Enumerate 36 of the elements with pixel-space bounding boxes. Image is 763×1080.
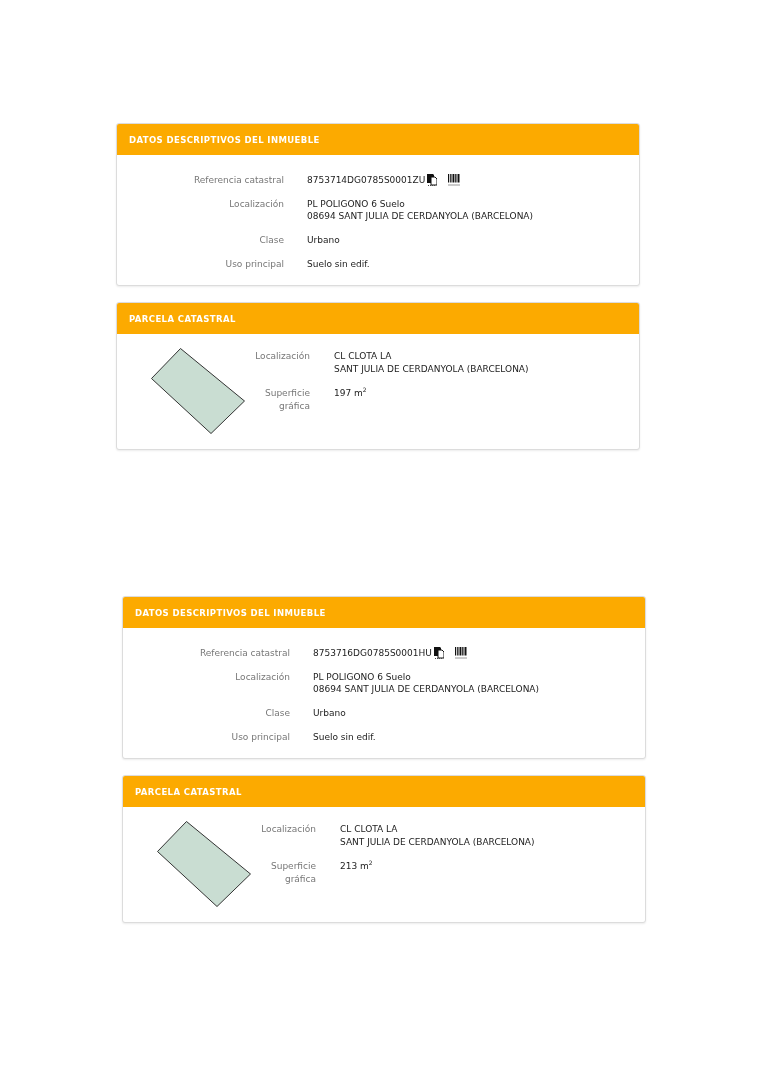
field-value: CL CLOTA LA	[340, 823, 399, 836]
copy-icon[interactable]	[433, 647, 444, 659]
field-value: 08694 SANT JULIA DE CERDANYOLA (BARCELONA)	[307, 210, 535, 222]
field-value: Urbano	[313, 707, 347, 719]
field-value: Suelo sin edif.	[307, 258, 371, 270]
field-label: Localización	[260, 823, 316, 836]
field-value: CL CLOTA LA	[334, 350, 393, 363]
field-label: Superficie gráfica	[269, 860, 316, 886]
field-value: 197 m$^{2}$	[334, 387, 368, 400]
field-label: Clase	[264, 707, 290, 719]
field-label: Localización	[234, 671, 290, 683]
field-label: Referencia catastral	[192, 174, 284, 186]
field-label: Localización	[254, 350, 310, 363]
card-title: DATOS DESCRIPTIVOS DEL INMUEBLE	[135, 607, 326, 618]
field-value: SANT JULIA DE CERDANYOLA (BARCELONA)	[340, 836, 535, 849]
field-label: Uso principal	[224, 258, 284, 270]
card-title: PARCELA CATASTRAL	[135, 786, 242, 797]
field-value: PL POLIGONO 6 Suelo	[307, 198, 406, 210]
field-label: Localización	[228, 198, 284, 210]
barcode-icon[interactable]	[454, 647, 467, 659]
field-label: Uso principal	[230, 731, 290, 743]
field-value: PL POLIGONO 6 Suelo	[313, 671, 412, 683]
field-value: SANT JULIA DE CERDANYOLA (BARCELONA)	[334, 363, 529, 376]
barcode-icon[interactable]	[448, 174, 461, 186]
card-title: DATOS DESCRIPTIVOS DEL INMUEBLE	[129, 134, 320, 145]
copy-icon[interactable]	[427, 174, 438, 186]
field-label: Referencia catastral	[198, 647, 290, 659]
field-label: Superficie gráfica	[263, 387, 310, 413]
field-value: 8753716DG0785S0001HU	[313, 647, 432, 659]
field-value: Suelo sin edif.	[313, 731, 377, 743]
field-value: 213 m$^{2}$	[340, 860, 374, 873]
card-title: PARCELA CATASTRAL	[129, 313, 236, 324]
field-value: 08694 SANT JULIA DE CERDANYOLA (BARCELONA)	[313, 683, 541, 695]
field-value: 8753714DG0785S0001ZU	[307, 174, 426, 186]
field-value: Urbano	[307, 234, 341, 246]
field-label: Clase	[258, 234, 284, 246]
